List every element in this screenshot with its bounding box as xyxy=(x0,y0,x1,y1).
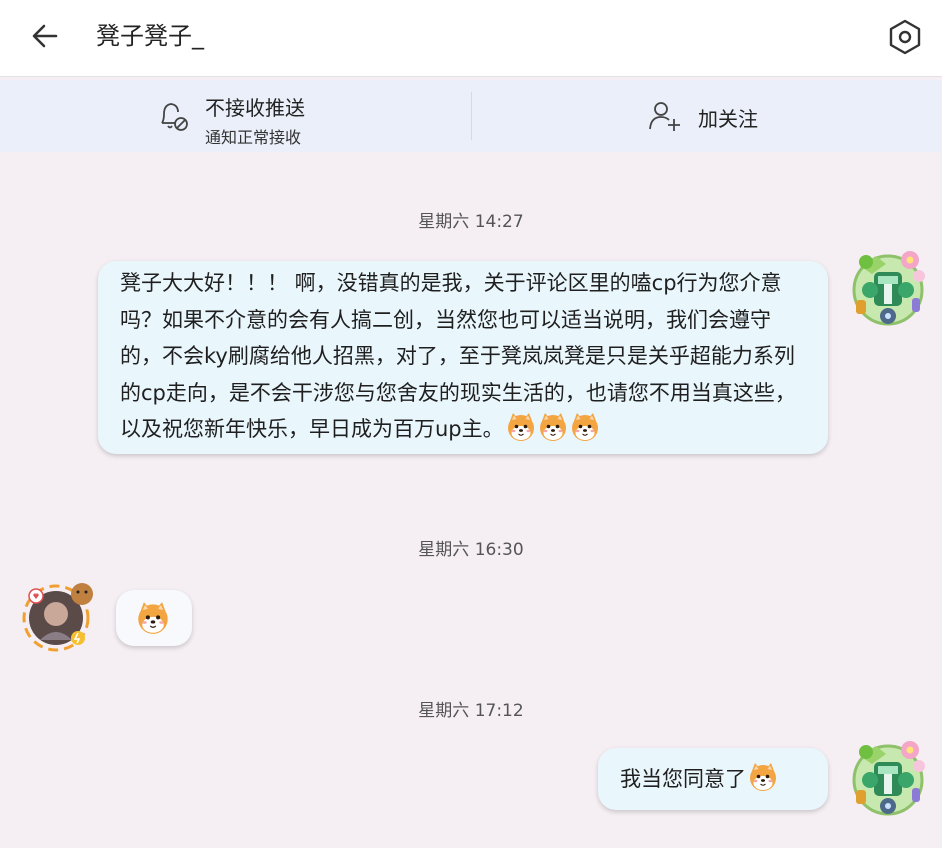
add-user-icon xyxy=(649,102,680,131)
top-bar: 凳子凳子_ xyxy=(0,0,942,77)
hexagon-settings-icon xyxy=(889,19,921,55)
my-avatar[interactable] xyxy=(846,736,930,820)
message-bubble-sent[interactable]: 凳子大大好！！！ 啊，没错真的是我，关于评论区里的嗑cp行为您介意吗？如果不介意… xyxy=(98,261,828,454)
push-toggle-button[interactable]: 不接收推送 通知正常接收 xyxy=(150,86,390,147)
back-button[interactable] xyxy=(26,17,66,57)
message-bubble-sent[interactable]: 我当您同意了 xyxy=(598,748,828,810)
shiba-emoji-icon xyxy=(538,412,568,442)
message-timestamp: 星期六 14:27 xyxy=(418,212,524,232)
shiba-emoji-icon xyxy=(748,762,778,792)
message-text: 我当您同意了 xyxy=(620,767,746,791)
follow-button[interactable]: 加关注 xyxy=(640,94,780,138)
message-timestamp: 星期六 16:30 xyxy=(418,540,524,560)
message-text: 凳子大大好！！！ 啊，没错真的是我，关于评论区里的嗑cp行为您介意吗？如果不介意… xyxy=(120,271,796,441)
message-bubble-received[interactable] xyxy=(116,590,192,646)
bell-off-icon xyxy=(161,103,188,131)
follow-label: 加关注 xyxy=(698,107,758,131)
chat-title: 凳子凳子_ xyxy=(96,22,204,50)
message-timestamp: 星期六 17:12 xyxy=(418,701,524,721)
chat-action-bar: 不接收推送 通知正常接收 加关注 xyxy=(0,80,942,152)
push-subtitle: 通知正常接收 xyxy=(205,128,302,147)
contact-avatar[interactable] xyxy=(20,574,100,654)
shiba-emoji-icon xyxy=(136,601,170,635)
my-avatar[interactable] xyxy=(846,246,930,330)
push-title: 不接收推送 xyxy=(205,96,305,120)
settings-button[interactable] xyxy=(884,16,926,58)
divider xyxy=(471,92,472,140)
shiba-emoji-icon xyxy=(570,412,600,442)
arrow-left-icon xyxy=(32,24,58,48)
shiba-emoji-icon xyxy=(506,412,536,442)
contact-avatar-image xyxy=(22,583,93,652)
